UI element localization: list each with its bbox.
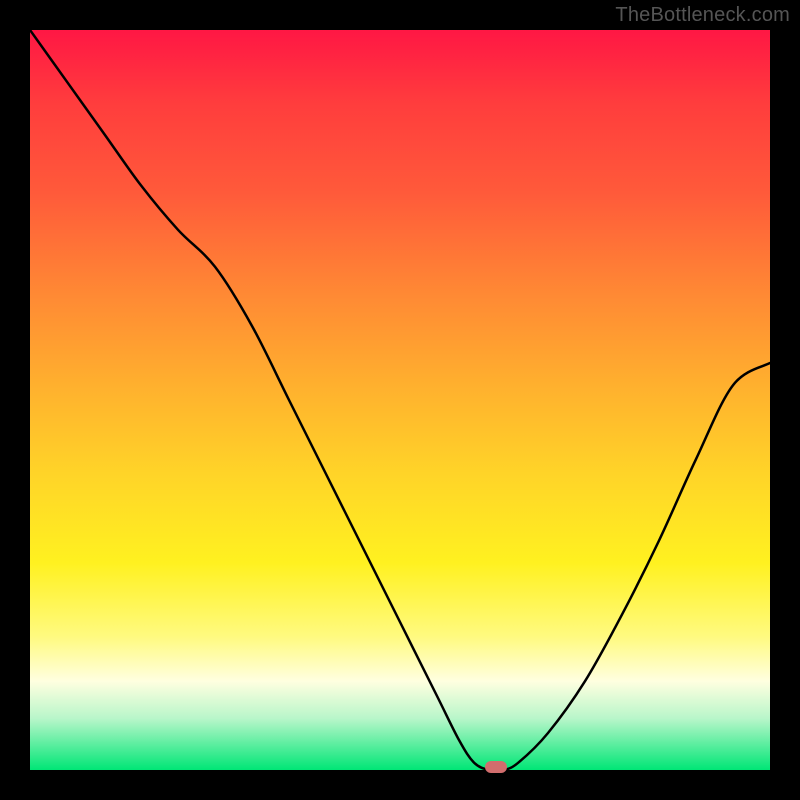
plot-area [30,30,770,770]
optimal-point-marker [485,761,507,773]
watermark-label: TheBottleneck.com [615,4,790,27]
chart-frame: TheBottleneck.com [0,0,800,800]
bottleneck-curve [30,30,770,770]
